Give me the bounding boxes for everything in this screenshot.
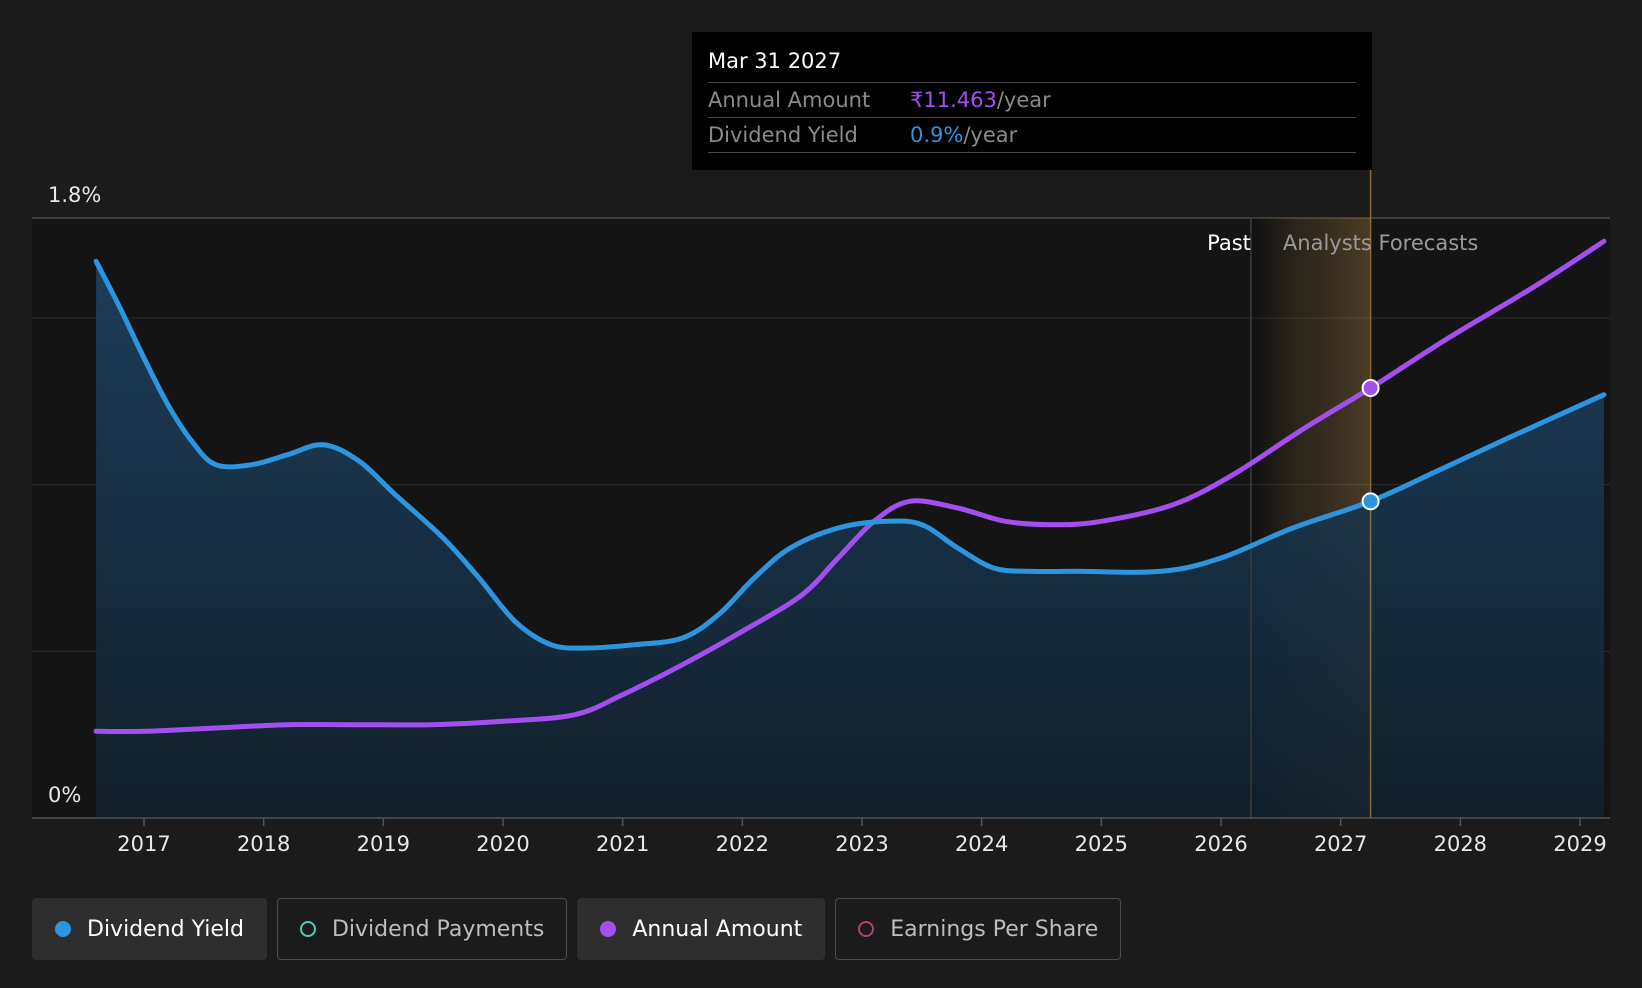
x-tick-label: 2019 [357, 832, 410, 856]
x-tick-label: 2027 [1314, 832, 1367, 856]
y-axis-bottom-label: 0% [48, 783, 81, 807]
x-tick-label: 2022 [716, 832, 769, 856]
x-tick-label: 2020 [476, 832, 529, 856]
x-tick-label: 2023 [835, 832, 888, 856]
past-label: Past [1207, 231, 1251, 255]
y-axis-top-label: 1.8% [48, 183, 101, 207]
x-tick-label: 2024 [955, 832, 1008, 856]
x-tick-label: 2029 [1553, 832, 1606, 856]
tooltip-unit: /year [963, 123, 1018, 147]
legend: Dividend Yield Dividend Payments Annual … [32, 898, 1122, 960]
x-tick-label: 2017 [117, 832, 170, 856]
x-tick-label: 2021 [596, 832, 649, 856]
x-axis-ticks: 2017 2018 2019 2020 2021 2022 2023 2024 2025 2026… [117, 818, 1607, 856]
dividend-yield-marker [1361, 492, 1380, 511]
tooltip-unit: /year [996, 88, 1051, 112]
x-tick-label: 2018 [237, 832, 290, 856]
legend-dot-icon [55, 921, 71, 937]
legend-item-dividend-payments[interactable]: Dividend Payments [276, 898, 568, 960]
forecast-label: Analysts Forecasts [1283, 231, 1478, 255]
tooltip-date: Mar 31 2027 [708, 46, 1356, 83]
legend-label: Dividend Yield [87, 916, 244, 942]
x-tick-label: 2026 [1194, 832, 1247, 856]
legend-dot-icon [858, 921, 875, 937]
tooltip-row-annual-amount: Annual Amount ₹11.463 /year [708, 83, 1356, 118]
x-tick-label: 2028 [1434, 832, 1487, 856]
legend-label: Annual Amount [632, 916, 803, 942]
legend-label: Earnings Per Share [890, 916, 1099, 942]
legend-dot-icon [600, 921, 617, 937]
legend-label: Dividend Payments [331, 916, 545, 942]
legend-item-annual-amount[interactable]: Annual Amount [577, 898, 826, 960]
tooltip-row-dividend-yield: Dividend Yield 0.9% /year [708, 118, 1356, 153]
tooltip-value: ₹11.463 [910, 88, 997, 112]
legend-item-earnings-per-share[interactable]: Earnings Per Share [835, 898, 1122, 960]
x-tick-label: 2025 [1075, 832, 1128, 856]
tooltip-label: Annual Amount [708, 88, 871, 112]
annual-amount-marker [1361, 379, 1380, 397]
legend-dot-icon [299, 921, 316, 937]
tooltip-value: 0.9% [910, 123, 964, 147]
tooltip-label: Dividend Yield [708, 123, 858, 147]
legend-item-dividend-yield[interactable]: Dividend Yield [32, 898, 267, 960]
tooltip: Mar 31 2027 Annual Amount ₹11.463 /year … [692, 32, 1372, 170]
